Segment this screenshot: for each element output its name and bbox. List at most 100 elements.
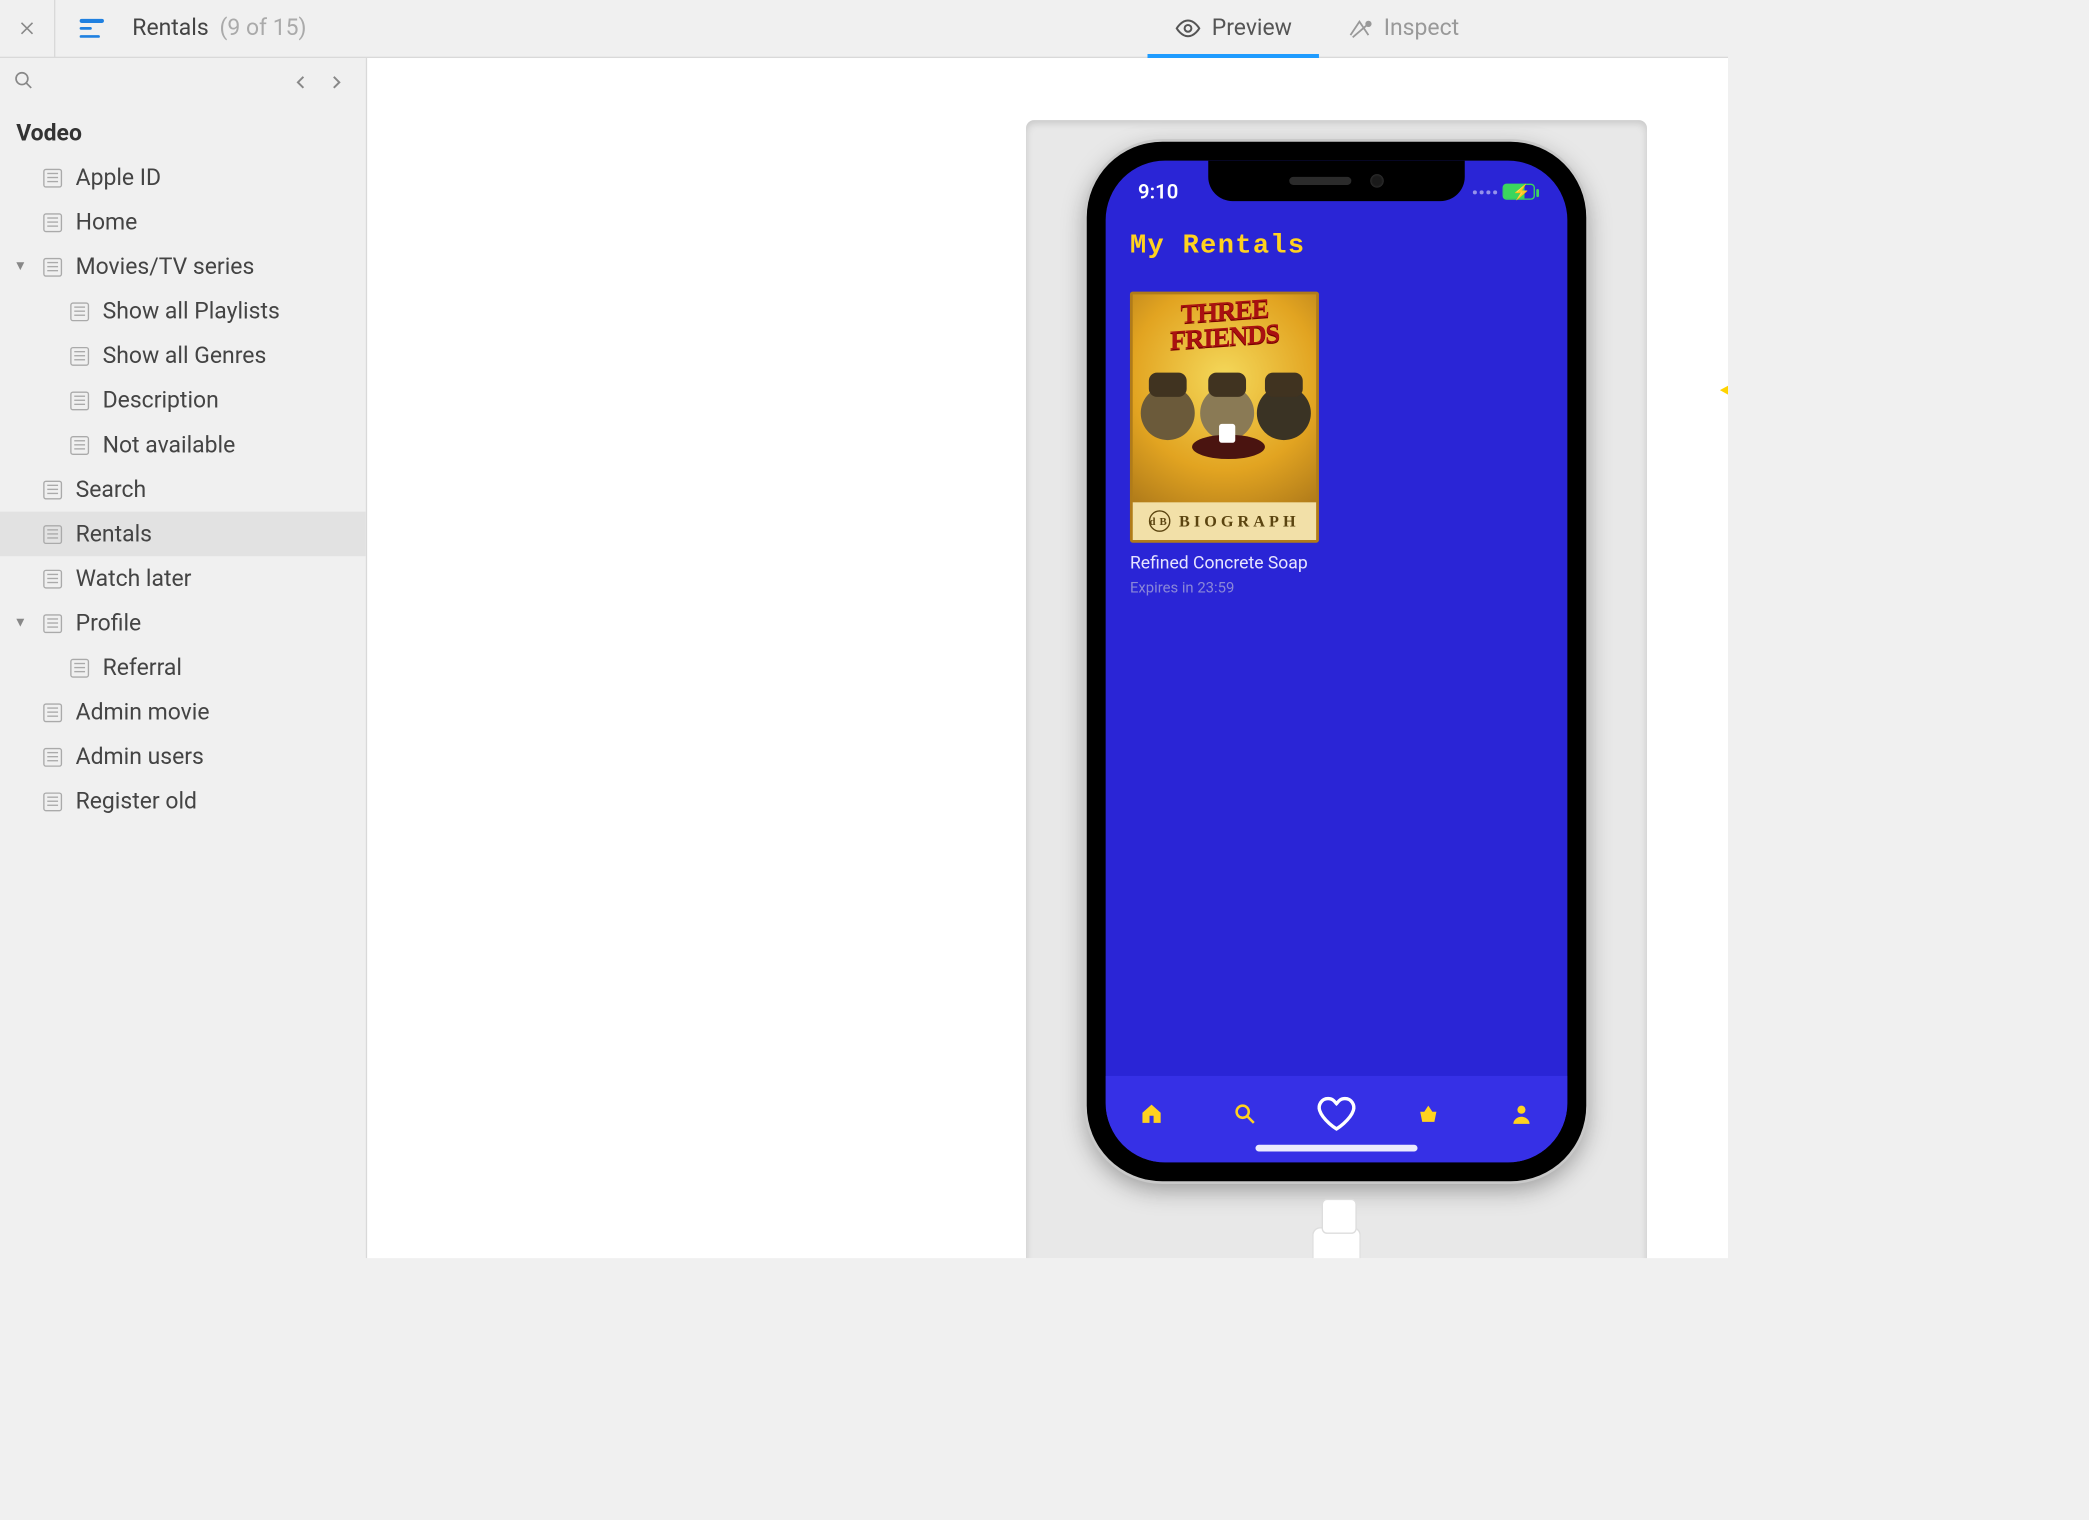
chevron-right-icon xyxy=(327,73,346,92)
mode-tabs: Preview Inspect xyxy=(1147,0,1728,57)
project-title[interactable]: Vodeo xyxy=(0,112,366,155)
rental-title: Refined Concrete Soap xyxy=(1130,554,1319,574)
battery-icon: ⚡ xyxy=(1503,184,1535,200)
studio-logo-icon: dB xyxy=(1149,510,1171,532)
page-icon xyxy=(70,346,89,365)
screen-title: My Rentals xyxy=(1130,231,1543,262)
tabbar-search[interactable] xyxy=(1204,1102,1285,1126)
page-icon xyxy=(43,569,62,588)
device-stage: 9:10 ⚡ My Rentals xyxy=(1026,120,1647,1258)
chevron-left-icon xyxy=(292,73,311,92)
page-icon xyxy=(43,480,62,499)
page-icon xyxy=(43,257,62,276)
outline-icon xyxy=(79,19,103,38)
tree-item-label: Rentals xyxy=(76,520,152,547)
tree-item-search[interactable]: Search xyxy=(0,467,366,512)
rental-subtitle: Expires in 23:59 xyxy=(1130,579,1319,597)
page-tree: Vodeo Apple ID Home ▼ Movies/TV series Show … xyxy=(0,107,366,829)
tree-item-home[interactable]: Home xyxy=(0,200,366,245)
signal-icon xyxy=(1473,190,1497,194)
page-icon xyxy=(70,435,89,454)
disclosure-icon: ▼ xyxy=(11,259,30,274)
tree-item-rentals[interactable]: Rentals xyxy=(0,512,366,557)
breadcrumb: Rentals (9 of 15) xyxy=(132,15,306,42)
tree-item-label: Register old xyxy=(76,788,197,815)
outline-toggle-button[interactable] xyxy=(63,0,118,57)
rental-poster: THREE FRIENDS dB BIOGRAPH xyxy=(1130,292,1319,543)
tab-preview[interactable]: Preview xyxy=(1147,0,1319,57)
tree-item-apple-id[interactable]: Apple ID xyxy=(0,155,366,200)
search-icon xyxy=(14,70,34,90)
page-icon xyxy=(70,658,89,677)
tree-item-label: Profile xyxy=(76,610,142,637)
tree-item-label: Apple ID xyxy=(76,164,161,191)
device-notch xyxy=(1208,161,1465,202)
speaker-icon xyxy=(1289,177,1351,185)
app-tabbar xyxy=(1106,1076,1568,1162)
device-screen: 9:10 ⚡ My Rentals xyxy=(1106,161,1568,1163)
home-icon xyxy=(1140,1102,1164,1126)
home-indicator xyxy=(1256,1145,1418,1152)
close-button[interactable] xyxy=(0,0,55,57)
page-icon xyxy=(43,703,62,722)
tab-preview-label: Preview xyxy=(1212,15,1292,42)
breadcrumb-title: Rentals xyxy=(132,15,208,42)
sidebar: Vodeo Apple ID Home ▼ Movies/TV series Show … xyxy=(0,58,367,1258)
tree-item-referral[interactable]: Referral xyxy=(0,645,366,690)
tree-item-label: Admin movie xyxy=(76,699,210,726)
preview-canvas: 9:10 ⚡ My Rentals xyxy=(367,58,1728,1258)
tree-item-label: Home xyxy=(76,209,138,236)
sidebar-search-button[interactable] xyxy=(14,70,34,96)
tree-item-register-old[interactable]: Register old xyxy=(0,779,366,824)
rental-card[interactable]: THREE FRIENDS dB BIOGRAPH xyxy=(1130,292,1319,597)
status-time: 9:10 xyxy=(1138,180,1178,204)
page-icon xyxy=(43,792,62,811)
tree-item-label: Admin users xyxy=(76,743,204,770)
tree-item-show-all-genres[interactable]: Show all Genres xyxy=(0,333,366,378)
eye-icon xyxy=(1174,15,1201,42)
tree-item-not-available[interactable]: Not available xyxy=(0,423,366,468)
tree-item-label: Search xyxy=(76,476,147,503)
tree-item-admin-users[interactable]: Admin users xyxy=(0,734,366,779)
page-icon xyxy=(70,302,89,321)
breadcrumb-count: (9 of 15) xyxy=(220,15,307,42)
page-icon xyxy=(43,168,62,187)
poster-studio: BIOGRAPH xyxy=(1179,511,1300,531)
tree-item-show-all-playlists[interactable]: Show all Playlists xyxy=(0,289,366,334)
tree-item-label: Not available xyxy=(103,431,236,458)
tabbar-home[interactable] xyxy=(1111,1102,1192,1126)
device-frame: 9:10 ⚡ My Rentals xyxy=(1087,142,1587,1182)
top-bar: Rentals (9 of 15) Preview Inspect xyxy=(0,0,1728,58)
sidebar-prev-button[interactable] xyxy=(285,66,317,98)
tree-item-description[interactable]: Description xyxy=(0,378,366,423)
page-icon xyxy=(43,614,62,633)
tree-item-admin-movie[interactable]: Admin movie xyxy=(0,690,366,735)
page-icon xyxy=(43,747,62,766)
tree-item-label: Referral xyxy=(103,654,182,681)
tree-item-movies-tv-series[interactable]: ▼ Movies/TV series xyxy=(0,244,366,289)
tree-item-label: Show all Playlists xyxy=(103,298,280,325)
search-icon xyxy=(1232,1102,1256,1126)
tab-inspect[interactable]: Inspect xyxy=(1319,0,1486,57)
tree-item-watch-later[interactable]: Watch later xyxy=(0,556,366,601)
tab-inspect-label: Inspect xyxy=(1384,15,1459,42)
tree-item-label: Watch later xyxy=(76,565,192,592)
sidebar-next-button[interactable] xyxy=(320,66,352,98)
device-cable xyxy=(1312,1227,1361,1258)
page-icon xyxy=(43,524,62,543)
tree-item-label: Movies/TV series xyxy=(76,253,255,280)
inspect-icon xyxy=(1346,15,1373,42)
basket-icon xyxy=(1417,1102,1441,1126)
heart-icon xyxy=(1316,1094,1357,1135)
page-icon xyxy=(43,213,62,232)
disclosure-icon: ▼ xyxy=(11,616,30,631)
tabbar-store[interactable] xyxy=(1388,1102,1469,1126)
camera-icon xyxy=(1370,174,1384,188)
tabbar-favorites[interactable] xyxy=(1296,1094,1377,1135)
tabbar-profile[interactable] xyxy=(1481,1102,1562,1126)
tree-item-profile[interactable]: ▼ Profile xyxy=(0,601,366,646)
page-icon xyxy=(70,391,89,410)
tree-item-label: Show all Genres xyxy=(103,342,267,369)
profile-icon xyxy=(1509,1102,1533,1126)
tree-item-label: Description xyxy=(103,387,219,414)
